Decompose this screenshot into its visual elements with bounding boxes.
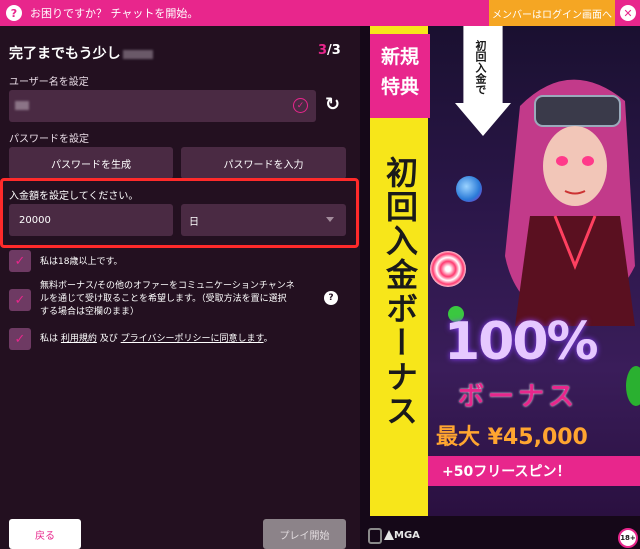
- age-checkbox[interactable]: ✓: [9, 250, 31, 272]
- deposit-amount-input[interactable]: 20000: [9, 204, 173, 236]
- free-spins-banner: +50フリースピン！: [428, 456, 640, 486]
- offers-checkbox-label: 無料ボーナス/その他のオファーをコミュニケーションチャンネ ルを通じて受け取るこ…: [40, 281, 295, 317]
- arrow-caption: 初回入金で: [474, 40, 487, 95]
- lollipop-candy: [430, 251, 466, 287]
- chat-help-link[interactable]: お困りですか？ チャットを開始。: [30, 5, 198, 21]
- character-illustration: [505, 79, 635, 326]
- new-member-badge: 新規 特典: [370, 34, 430, 118]
- deposit-period-select[interactable]: 日: [181, 204, 346, 236]
- password-label: パスワードを設定: [9, 134, 89, 145]
- bonus-word: ボーナス: [458, 382, 579, 412]
- step-indicator: 3/3: [318, 43, 341, 58]
- mga-logo-icon: [384, 530, 394, 540]
- close-icon[interactable]: ✕: [620, 5, 636, 21]
- generate-password-button[interactable]: パスワードを生成: [9, 147, 173, 179]
- first-deposit-bonus-title: 初回入金ボーナス: [381, 156, 419, 428]
- check-circle-icon: ✓: [293, 98, 308, 113]
- member-login-button[interactable]: メンバーはログイン画面へ: [489, 0, 615, 26]
- terms-checkbox-label: 私は 利用規約 及び プライバシーポリシーに同意します。: [40, 334, 273, 344]
- mga-label: MGA: [394, 530, 420, 541]
- terms-checkbox[interactable]: ✓: [9, 328, 31, 350]
- green-candy: [626, 366, 640, 406]
- help-banner: ? お困りですか？ チャットを開始。 メンバーはログイン画面へ ✕: [0, 0, 640, 26]
- deposit-period-value: 日: [189, 216, 199, 228]
- registration-panel: 完了までもう少し 3/3 ユーザー名を設定 ✓ ↻ パスワードを設定 パスワード…: [0, 26, 360, 549]
- refresh-icon[interactable]: ↻: [325, 94, 340, 115]
- max-bonus-amount: 最大 ¥45,000: [436, 425, 588, 450]
- question-circle-icon[interactable]: ?: [324, 291, 338, 305]
- chevron-down-icon: [326, 217, 334, 222]
- age-checkbox-label: 私は18歳以上です。: [40, 257, 123, 267]
- username-label: ユーザー名を設定: [9, 77, 89, 88]
- terms-link[interactable]: 利用規約: [61, 334, 97, 344]
- promo-banner: 新規 特典 初回入金ボーナス 初回入金で 100% ボーナス 最大 ¥45,00…: [360, 26, 640, 549]
- privacy-policy-link[interactable]: プライバシーポリシーに同意します: [121, 334, 264, 344]
- lock-icon: [368, 528, 382, 544]
- candy-orb: [456, 176, 482, 202]
- back-button[interactable]: 戻る: [9, 519, 81, 549]
- bonus-percent: 100%: [444, 312, 599, 372]
- blurred-username-value: [15, 101, 29, 110]
- blurred-username: [122, 49, 153, 59]
- question-circle-icon[interactable]: ?: [6, 5, 22, 21]
- start-play-button[interactable]: プレイ開始: [263, 519, 346, 549]
- enter-password-button[interactable]: パスワードを入力: [181, 147, 346, 179]
- username-input[interactable]: ✓: [9, 90, 316, 122]
- deposit-label: 入金額を設定してください。: [9, 191, 139, 202]
- offers-checkbox[interactable]: ✓: [9, 289, 31, 311]
- age-restriction-badge: 18+: [618, 528, 638, 548]
- page-title: 完了までもう少し: [9, 43, 153, 63]
